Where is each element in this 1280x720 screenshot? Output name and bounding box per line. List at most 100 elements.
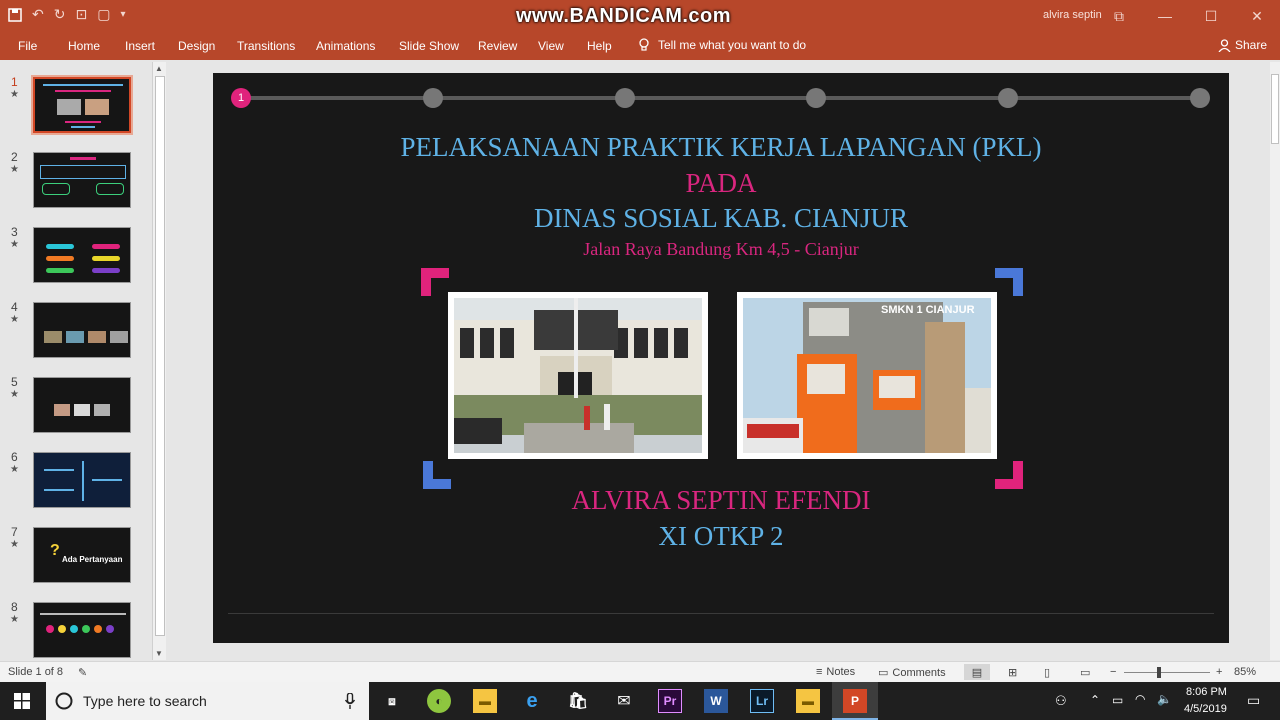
animation-star-icon: ★ [10,464,19,475]
file-explorer-icon[interactable]: ▬ [473,689,497,713]
timeline-dot [998,88,1018,108]
bandicam-watermark: www.BANDICAM.com [516,5,732,27]
close-icon[interactable]: ✕ [1234,0,1280,32]
share-button[interactable]: Share [1218,38,1267,52]
title-bar: ↶ ↻ ⊡ ▢ ▾ www.BANDICAM.com alvira septin… [0,0,1280,32]
zoom-slider-handle[interactable] [1157,667,1161,678]
tab-animations[interactable]: Animations [316,39,375,53]
slide-number: 4 [11,300,18,314]
corner-bracket-top-left [421,268,449,296]
start-from-beginning-icon[interactable]: ⊡ [75,6,87,23]
slide-thumbnail-4[interactable]: 4 ★ [0,300,152,360]
school-photo: SMKN 1 CIANJUR [743,298,991,453]
scroll-down-icon[interactable]: ▼ [155,649,163,658]
zoom-level[interactable]: 85% [1234,666,1256,678]
slide-sorter-icon[interactable]: ⊞ [1008,666,1017,679]
volume-icon[interactable]: 🔈 [1157,692,1172,706]
notes-button[interactable]: ≡ Notes [816,666,855,678]
mail-icon[interactable]: ✉ [612,689,636,713]
battery-icon[interactable]: ▭ [1112,693,1123,707]
tab-slide-show[interactable]: Slide Show [399,39,459,53]
timeline-dot [423,88,443,108]
premiere-icon[interactable]: Pr [658,689,682,713]
shape-icon[interactable]: ▢ [97,6,110,23]
store-icon[interactable]: 🛍 [566,689,590,713]
normal-view-icon[interactable]: ▤ [964,664,990,680]
search-placeholder: Type here to search [83,693,207,709]
tab-transitions[interactable]: Transitions [237,39,295,53]
people-icon[interactable]: ⚇ [1055,693,1067,709]
tab-design[interactable]: Design [178,39,215,53]
tab-insert[interactable]: Insert [125,39,155,53]
tab-home[interactable]: Home [68,39,100,53]
spell-check-icon[interactable]: ✎ [78,666,87,679]
slide-counter-text: Slide 1 of 8 [8,666,64,678]
slide-thumbnail-3[interactable]: 3 ★ [0,225,152,285]
slide-number: 3 [11,225,18,239]
ribbon-tabs: File Home Insert Design Transitions Anim… [0,32,1280,60]
edge-icon[interactable]: e [520,689,544,713]
slide-number: 2 [11,150,18,164]
customize-qat-icon[interactable]: ▾ [120,9,125,20]
user-name[interactable]: alvira septin [1043,9,1102,21]
slide-number: 5 [11,375,18,389]
thumbnail-preview [33,302,131,358]
quick-access-toolbar: ↶ ↻ ⊡ ▢ ▾ [8,6,125,23]
slide-thumbnail-2[interactable]: 2 ★ [0,150,152,210]
thumbnail-text: Ada Pertanyaan [62,555,123,564]
lightroom-icon[interactable]: Lr [750,689,774,713]
save-icon[interactable] [8,7,22,22]
windows-start-icon[interactable] [14,693,30,709]
tab-file[interactable]: File [18,39,37,53]
slide-counter: Slide 1 of 8 [8,666,63,678]
animation-star-icon: ★ [10,614,19,625]
photo-smkn-1-cianjur[interactable]: SMKN 1 CIANJUR [737,292,997,459]
photo-dinas-sosial[interactable] [448,292,708,459]
network-icon[interactable]: ◠ [1135,692,1145,706]
tell-me-box[interactable]: Tell me what you want to do [638,38,806,52]
notes-label: Notes [826,666,856,678]
word-icon[interactable]: W [704,689,728,713]
comments-button[interactable]: ▭ Comments [878,666,946,680]
tab-help[interactable]: Help [587,39,612,53]
maximize-icon[interactable]: ☐ [1188,0,1234,32]
undo-icon[interactable]: ↶ [32,6,44,23]
timeline-dot [806,88,826,108]
taskbar-search-box[interactable]: Type here to search [46,682,369,720]
show-hidden-icons-icon[interactable]: ⌃ [1090,693,1100,707]
task-view-icon[interactable]: ⧈ [380,689,404,713]
slide-thumbnail-7[interactable]: 7 ★ ? Ada Pertanyaan [0,525,152,585]
tab-review[interactable]: Review [478,39,517,53]
reading-view-icon[interactable]: ▯ [1044,666,1050,679]
thumbnail-scrollbar[interactable]: ▲ ▼ [152,62,166,660]
slide-thumbnail-5[interactable]: 5 ★ [0,375,152,435]
editor-scrollbar[interactable] [1270,62,1280,660]
slide-canvas[interactable]: 1 PELAKSANAAN PRAKTIK KERJA LAPANGAN (PK… [213,73,1229,643]
slide-number: 8 [11,600,18,614]
slide-thumbnail-1[interactable]: 1 ★ [0,75,152,135]
zoom-in-icon[interactable]: + [1216,666,1222,678]
zoom-slider[interactable] [1124,672,1210,673]
scrollbar-thumb[interactable] [155,76,165,636]
action-center-icon[interactable]: ▭ [1247,692,1260,709]
editor-scrollbar-thumb[interactable] [1271,74,1279,144]
minimize-icon[interactable]: — [1142,0,1188,32]
clock-time[interactable]: 8:06 PM [1186,686,1227,698]
chrome-like-app-icon[interactable]: ◐ [427,689,451,713]
scroll-up-icon[interactable]: ▲ [155,64,163,73]
folder-icon[interactable]: ▬ [796,689,820,713]
animation-star-icon: ★ [10,389,19,400]
corner-bracket-top-right [995,268,1023,296]
clock-date[interactable]: 4/5/2019 [1184,703,1227,715]
tab-view[interactable]: View [538,39,564,53]
zoom-out-icon[interactable]: − [1110,666,1116,678]
slide-thumbnail-6[interactable]: 6 ★ [0,450,152,510]
slide-thumbnail-8[interactable]: 8 ★ [0,600,152,660]
redo-icon[interactable]: ↻ [54,6,66,23]
ribbon-display-options-icon[interactable]: ⧉ [1096,0,1142,32]
microphone-icon[interactable] [345,693,355,709]
slide-show-icon[interactable]: ▭ [1080,666,1090,679]
timeline-line [241,96,1201,100]
powerpoint-icon[interactable]: P [843,689,867,713]
slide-thumbnails-pane: 1 ★ 2 ★ 3 ★ 4 ★ 5 ★ 6 ★ 7 ★ ? Ada Pertan… [0,60,168,661]
